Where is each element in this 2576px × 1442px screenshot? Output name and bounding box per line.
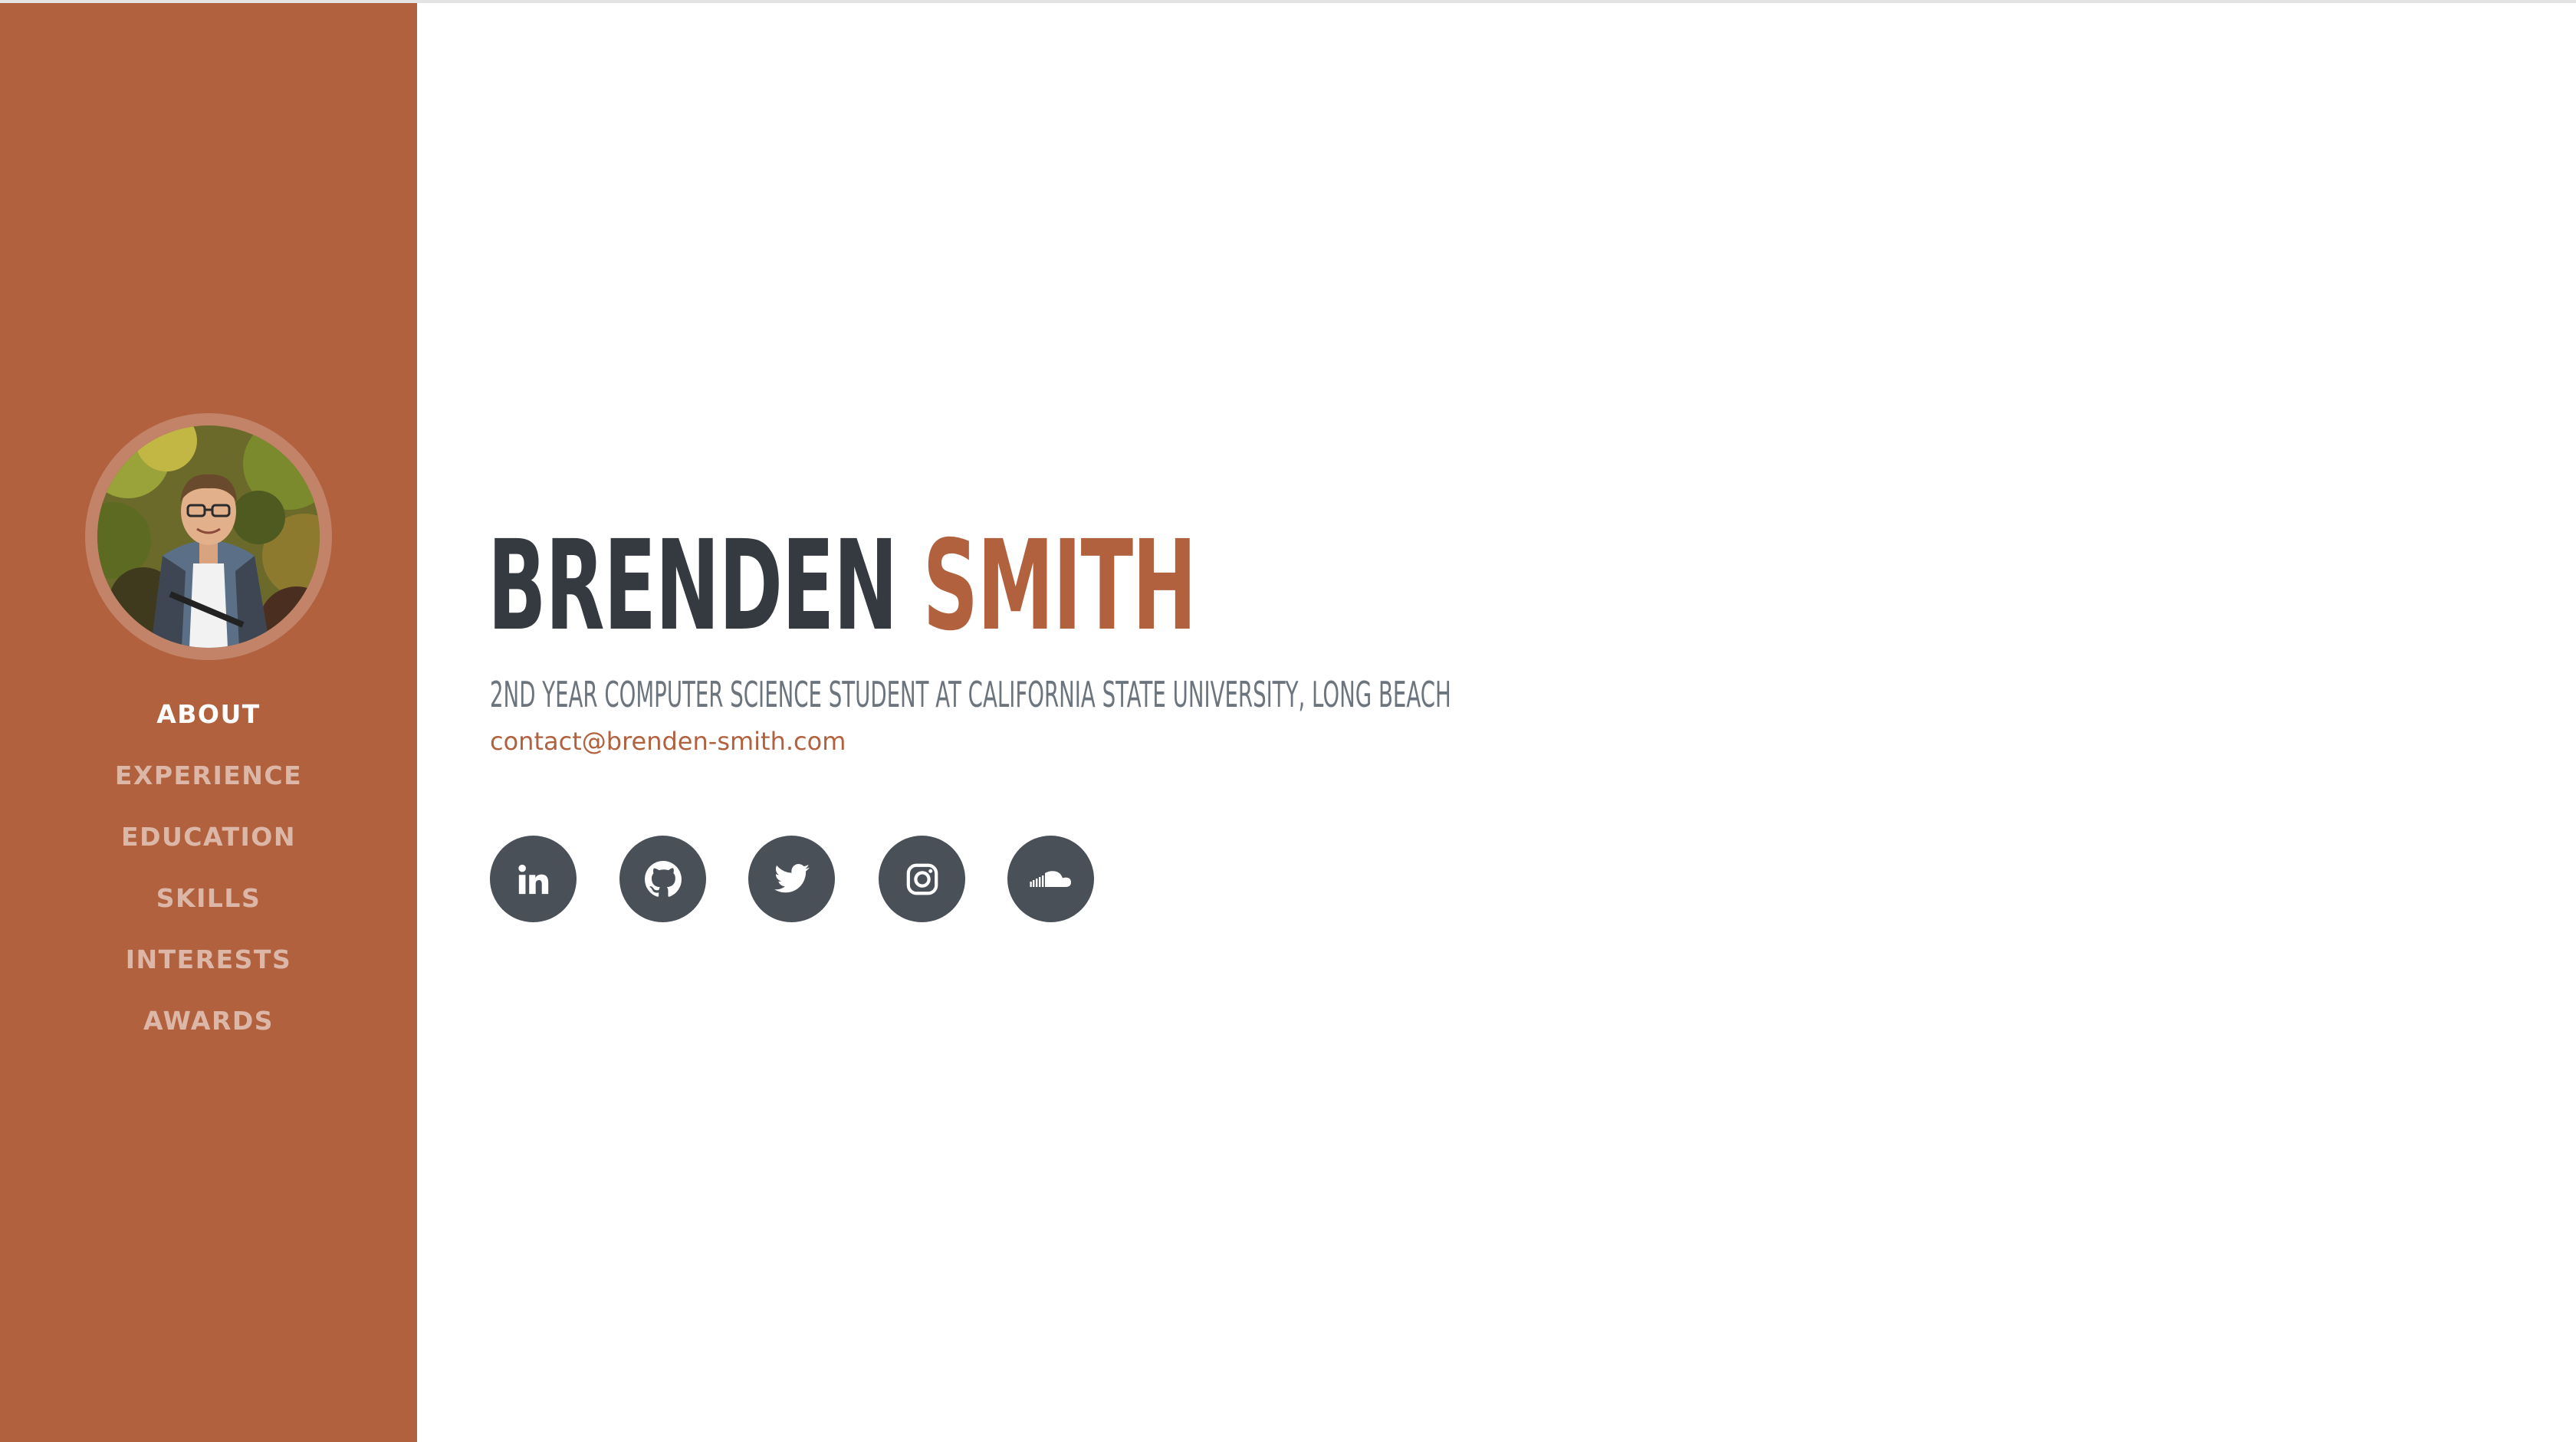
nav-item-skills[interactable]: SKILLS xyxy=(0,868,417,929)
soundcloud-button[interactable] xyxy=(1007,836,1094,922)
nav-menu: ABOUT EXPERIENCE EDUCATION SKILLS INTERE… xyxy=(0,684,417,1052)
linkedin-button[interactable] xyxy=(490,836,577,922)
instagram-icon xyxy=(906,863,938,895)
nav-item-experience[interactable]: EXPERIENCE xyxy=(0,745,417,806)
sidebar: ABOUT EXPERIENCE EDUCATION SKILLS INTERE… xyxy=(0,3,417,1442)
github-button[interactable] xyxy=(619,836,706,922)
nav-item-interests[interactable]: INTERESTS xyxy=(0,929,417,990)
profile-photo xyxy=(97,425,320,648)
profile-photo-image xyxy=(97,425,320,648)
avatar xyxy=(85,413,332,660)
nav-item-awards[interactable]: AWARDS xyxy=(0,990,417,1052)
github-icon xyxy=(644,860,682,897)
page-title: BRENDEN SMITH xyxy=(488,524,1197,649)
soundcloud-icon xyxy=(1029,870,1071,887)
nav-item-about[interactable]: ABOUT xyxy=(0,684,417,745)
twitter-icon xyxy=(774,863,810,892)
twitter-button[interactable] xyxy=(748,836,835,922)
nav-item-education[interactable]: EDUCATION xyxy=(0,806,417,868)
instagram-button[interactable] xyxy=(879,836,965,922)
first-name: BRENDEN xyxy=(488,514,898,659)
email-link[interactable]: contact@brenden-smith.com xyxy=(490,729,846,754)
subheading: 2ND YEAR COMPUTER SCIENCE STUDENT AT CAL… xyxy=(490,674,1451,715)
linkedin-icon xyxy=(518,864,548,894)
last-name: SMITH xyxy=(922,514,1197,659)
